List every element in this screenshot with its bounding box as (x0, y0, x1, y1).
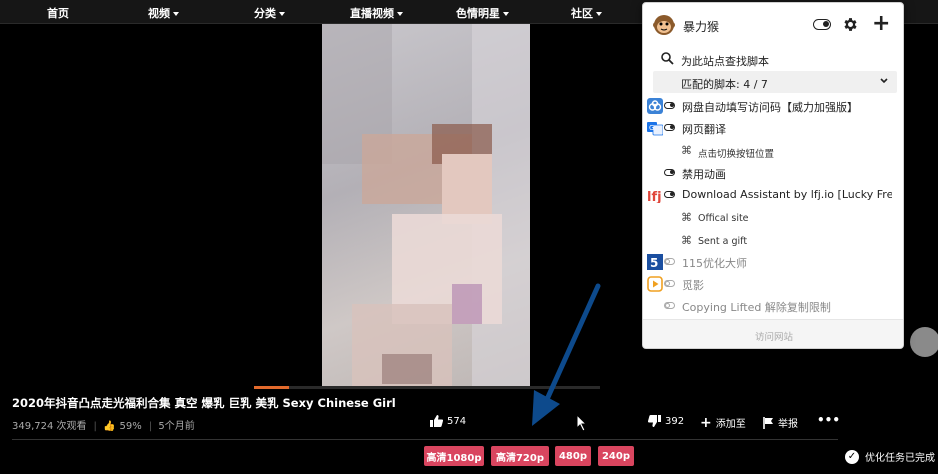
flag-icon (763, 416, 773, 429)
script-command[interactable]: ⌘ Sent a gift (643, 230, 903, 252)
script-item[interactable]: G 网页翻译 (643, 117, 903, 139)
video-title: 2020年抖音凸点走光福利合集 真空 爆乳 巨乳 美乳 Sexy Chinese… (12, 396, 396, 410)
svg-text:G: G (649, 124, 654, 132)
lfj-icon: lfj (647, 190, 662, 203)
matched-scripts-header[interactable]: 匹配的脚本: 4 / 7 (653, 71, 897, 93)
script-toggle[interactable] (664, 124, 675, 131)
svg-text:5: 5 (650, 256, 658, 270)
master-toggle[interactable] (813, 19, 831, 30)
plus-icon: + (700, 414, 712, 431)
add-script-button[interactable]: + (872, 13, 890, 35)
nav-stars[interactable]: 色情明星 (456, 5, 509, 21)
script-toggle[interactable] (664, 169, 675, 176)
thumbs-up-icon (430, 415, 443, 427)
monkey-logo-icon (653, 15, 675, 35)
script-item[interactable]: lfj Download Assistant by lfj.io [Lucky … (643, 184, 903, 206)
chevron-down-icon (173, 12, 179, 16)
gear-icon[interactable] (842, 16, 859, 33)
nav-categories[interactable]: 分类 (254, 5, 285, 21)
cloud-drive-icon (647, 98, 663, 114)
script-item[interactable]: 5 115优化大师 (643, 251, 903, 273)
search-icon (661, 52, 674, 65)
script-item[interactable]: 网盘自动填写访问码【威力加强版】 (643, 95, 903, 117)
quality-720p-button[interactable]: 高清720p (491, 446, 549, 466)
video-progress-fill (254, 386, 289, 389)
play-icon (647, 276, 663, 292)
chevron-down-icon (880, 78, 888, 84)
thumbs-down-icon (648, 415, 661, 427)
script-item[interactable]: 觅影 (643, 273, 903, 295)
command-key-icon: ⌘ (681, 211, 692, 224)
view-count: 349,724 次观看 (12, 421, 87, 432)
script-toggle[interactable] (664, 258, 675, 265)
annotation-arrow-icon (532, 283, 601, 426)
script-toggle[interactable] (664, 302, 675, 309)
nav-videos[interactable]: 视频 (148, 5, 179, 21)
rating-percent: 59% (119, 421, 142, 432)
script-item[interactable]: 禁用动画 (643, 162, 903, 184)
chevron-down-icon (397, 12, 403, 16)
script-command[interactable]: ⌘ Offical site (643, 207, 903, 229)
dislike-button[interactable]: 392 (648, 415, 684, 427)
quality-240p-button[interactable]: 240p (598, 446, 634, 466)
quality-1080p-button[interactable]: 高清1080p (424, 446, 484, 466)
script-toggle[interactable] (664, 102, 675, 109)
checkmark-icon: ✓ (845, 449, 859, 464)
upload-age: 5个月前 (158, 421, 195, 432)
like-button[interactable]: 574 (430, 415, 466, 427)
thumbs-up-small-icon: 👍 (103, 421, 116, 432)
floating-circle-button[interactable] (910, 327, 938, 357)
violentmonkey-popup: 暴力猴 + 为此站点查找脚本 匹配的脚本: 4 / 7 网盘自动填写访问码【威力… (642, 2, 904, 349)
video-frame-pixelated (322, 24, 530, 388)
section-divider (12, 439, 838, 440)
svg-text:lfj: lfj (647, 190, 662, 203)
script-toggle[interactable] (664, 280, 675, 287)
popup-title: 暴力猴 (683, 20, 720, 34)
add-to-button[interactable]: + 添加至 (700, 414, 746, 431)
115-icon: 5 (647, 254, 663, 270)
chevron-down-icon (279, 12, 285, 16)
nav-home[interactable]: 首页 (47, 5, 69, 21)
nav-live[interactable]: 直播视频 (350, 5, 403, 21)
chevron-down-icon (596, 12, 602, 16)
task-complete-toast: ✓ 优化任务已完成 (845, 449, 935, 464)
popup-header: 暴力猴 + (643, 3, 903, 47)
script-item[interactable]: Copying Lifted 解除复制限制 (643, 295, 903, 317)
report-button[interactable]: 举报 (763, 415, 798, 430)
more-options-button[interactable]: ••• (817, 413, 840, 427)
quality-480p-button[interactable]: 480p (555, 446, 591, 466)
chevron-down-icon (503, 12, 509, 16)
find-scripts-row[interactable]: 为此站点查找脚本 (643, 48, 903, 70)
video-meta: 349,724 次观看 | 👍 59% | 5个月前 (12, 421, 195, 432)
visit-website-button[interactable]: 访问网站 (643, 319, 903, 348)
script-command[interactable]: ⌘ 点击切换按钮位置 (643, 140, 903, 162)
command-key-icon: ⌘ (681, 144, 692, 157)
translate-icon: G (647, 122, 663, 136)
nav-community[interactable]: 社区 (571, 5, 602, 21)
command-key-icon: ⌘ (681, 234, 692, 247)
script-toggle[interactable] (664, 191, 675, 198)
mouse-cursor-icon (576, 414, 588, 432)
